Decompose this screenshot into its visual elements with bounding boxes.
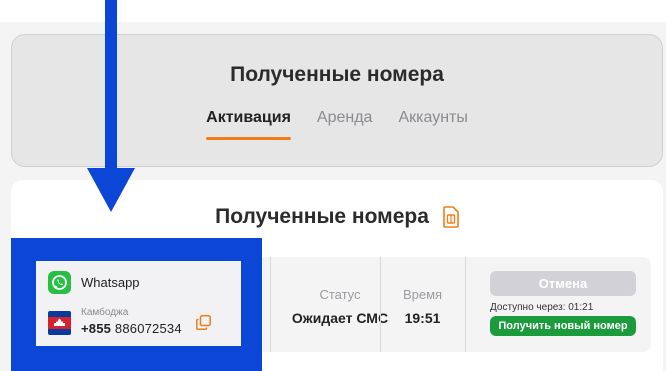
header-card: Полученные номера Активация Аренда Аккау… [11, 34, 663, 167]
available-label: Доступно через: [490, 302, 566, 313]
time-column: Время 19:51 [380, 257, 465, 352]
copy-icon[interactable] [196, 315, 211, 330]
cambodia-flag-icon [48, 311, 71, 335]
number-info-card: Whatsapp Камбоджа +855 886072534 [36, 261, 241, 346]
section-header: Полученные номера [11, 205, 663, 229]
tab-rent[interactable]: Аренда [317, 109, 373, 140]
service-name: Whatsapp [81, 275, 140, 290]
section-title: Полученные номера [215, 205, 429, 228]
available-text: Доступно через: 01:21 [490, 302, 593, 313]
highlight-box: Whatsapp Камбоджа +855 886072534 [11, 238, 262, 371]
country-name: Камбоджа [81, 307, 129, 318]
page-title: Полученные номера [230, 63, 444, 86]
available-time: 01:21 [568, 302, 594, 313]
sim-card-icon [443, 206, 459, 228]
phone-prefix: +855 [81, 321, 112, 336]
tab-accounts[interactable]: Аккаунты [398, 109, 467, 140]
top-strip [0, 0, 666, 22]
cancel-button[interactable]: Отмена [490, 271, 636, 296]
time-label: Время [402, 287, 443, 302]
phone-number: +855 886072534 [81, 321, 182, 336]
whatsapp-icon [48, 271, 71, 294]
tab-activation[interactable]: Активация [206, 109, 291, 140]
get-new-number-button[interactable]: Получить новый номер [490, 316, 636, 336]
tabs: Активация Аренда Аккаунты [12, 109, 662, 140]
time-value: 19:51 [404, 310, 441, 326]
column-divider [465, 257, 466, 352]
phone-digits: 886072534 [114, 321, 182, 336]
